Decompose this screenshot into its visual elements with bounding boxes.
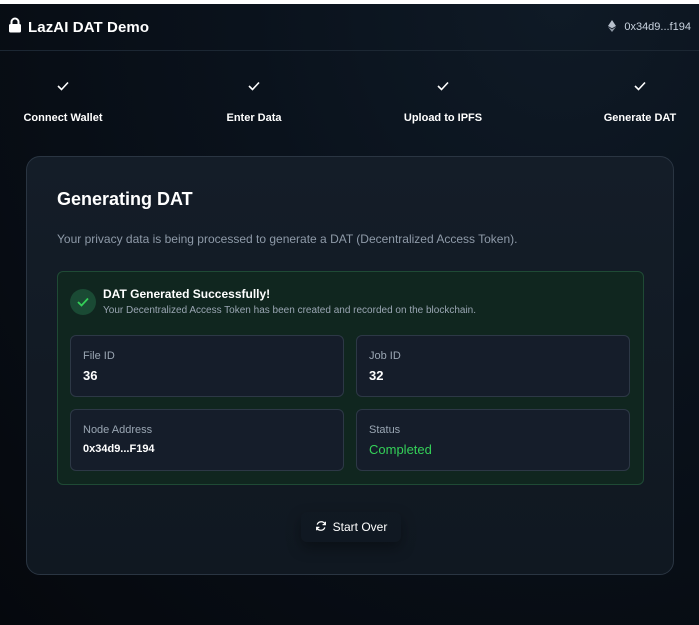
file-id-value: 36 bbox=[83, 368, 98, 383]
start-over-button[interactable]: Start Over bbox=[301, 512, 401, 542]
node-address-value: 0x34d9...F194 bbox=[83, 443, 155, 455]
field-label: Job ID bbox=[369, 350, 401, 362]
step-label: Connect Wallet bbox=[23, 112, 103, 124]
file-id-field: File ID 36 bbox=[70, 335, 344, 397]
success-subtitle: Your Decentralized Access Token has been… bbox=[103, 305, 477, 316]
step-generate-dat: Generate DAT bbox=[585, 78, 695, 124]
generate-dat-card: Generating DAT Your privacy data is bein… bbox=[26, 156, 674, 575]
card-description: Your privacy data is being processed to … bbox=[57, 232, 518, 246]
status-value: Completed bbox=[369, 442, 432, 457]
check-icon bbox=[585, 78, 695, 98]
refresh-icon bbox=[315, 520, 327, 535]
brand: LazAI DAT Demo bbox=[8, 17, 149, 38]
check-icon bbox=[8, 78, 118, 98]
step-label: Enter Data bbox=[226, 112, 282, 124]
success-check-icon bbox=[70, 289, 96, 315]
status-field: Status Completed bbox=[356, 409, 630, 471]
ethereum-icon bbox=[608, 19, 617, 35]
job-id-field: Job ID 32 bbox=[356, 335, 630, 397]
wallet-address: 0x34d9...f194 bbox=[624, 21, 691, 33]
card-title: Generating DAT bbox=[57, 189, 193, 209]
success-panel: DAT Generated Successfully! Your Decentr… bbox=[57, 271, 644, 485]
step-label: Upload to IPFS bbox=[403, 112, 483, 124]
check-icon bbox=[199, 78, 309, 98]
success-title: DAT Generated Successfully! bbox=[103, 287, 271, 301]
field-label: Status bbox=[369, 424, 401, 436]
step-connect-wallet: Connect Wallet bbox=[8, 78, 118, 124]
job-id-value: 32 bbox=[369, 368, 384, 383]
step-upload-ipfs: Upload to IPFS bbox=[388, 78, 498, 124]
progress-stepper: Connect Wallet Enter Data Upload to IPFS… bbox=[0, 78, 699, 128]
field-label: Node Address bbox=[83, 424, 153, 436]
field-label: File ID bbox=[83, 350, 115, 362]
app-header: LazAI DAT Demo 0x34d9...f194 bbox=[0, 4, 699, 51]
lock-icon bbox=[8, 17, 22, 38]
step-enter-data: Enter Data bbox=[199, 78, 309, 124]
start-over-label: Start Over bbox=[332, 520, 388, 534]
step-label: Generate DAT bbox=[603, 112, 677, 124]
wallet-badge[interactable]: 0x34d9...f194 bbox=[608, 19, 691, 35]
app-title: LazAI DAT Demo bbox=[28, 18, 150, 36]
node-address-field: Node Address 0x34d9...F194 bbox=[70, 409, 344, 471]
check-icon bbox=[388, 78, 498, 98]
